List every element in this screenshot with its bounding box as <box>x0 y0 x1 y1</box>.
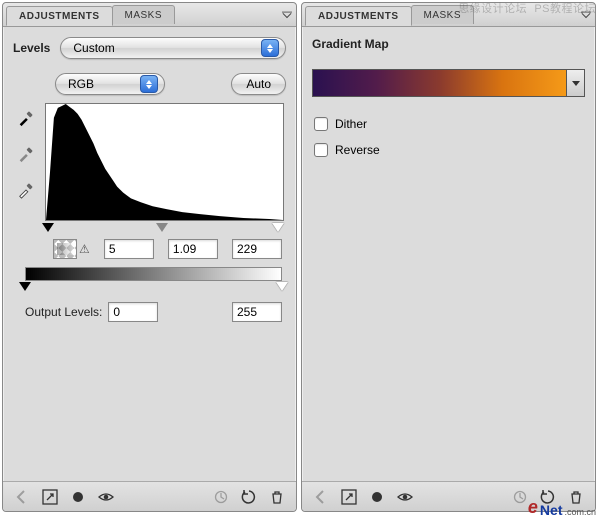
levels-panel: ADJUSTMENTS MASKS Levels Custom RGB <box>2 2 297 512</box>
expand-view-icon[interactable] <box>336 486 362 508</box>
output-black-field[interactable] <box>108 302 158 322</box>
histogram <box>45 103 284 221</box>
output-gradient <box>25 267 282 281</box>
reverse-label: Reverse <box>335 143 380 157</box>
panel-title: Levels <box>13 41 50 55</box>
visibility-icon[interactable] <box>93 486 119 508</box>
watermark-bottom: eNet.com.cn <box>528 497 596 518</box>
dither-label: Dither <box>335 117 367 131</box>
eyedropper-black-icon[interactable] <box>15 107 37 129</box>
output-slider-track <box>25 282 282 294</box>
output-white-field[interactable] <box>232 302 282 322</box>
gradient-map-panel: ADJUSTMENTS MASKS Gradient Map Dither Re… <box>301 2 596 512</box>
gradient-swatch[interactable] <box>312 69 567 97</box>
warning-icon: ⚠ <box>79 242 90 256</box>
dropdown-arrows-icon <box>261 39 279 57</box>
visibility-icon[interactable] <box>392 486 418 508</box>
tab-adjustments[interactable]: ADJUSTMENTS <box>305 6 412 26</box>
reset-icon[interactable] <box>236 486 262 508</box>
output-label: Output Levels: <box>25 305 102 319</box>
preset-select-value: Custom <box>73 41 114 55</box>
input-white-field[interactable] <box>232 239 282 259</box>
channel-select[interactable]: RGB <box>55 73 165 95</box>
trash-icon[interactable] <box>264 486 290 508</box>
clip-layer-icon[interactable] <box>65 486 91 508</box>
clip-layer-icon[interactable] <box>364 486 390 508</box>
output-white-slider[interactable] <box>276 282 288 291</box>
output-black-slider[interactable] <box>19 282 31 291</box>
auto-button[interactable]: Auto <box>231 73 286 95</box>
expand-view-icon[interactable] <box>37 486 63 508</box>
input-black-field[interactable] <box>104 239 154 259</box>
tab-bar: ADJUSTMENTS MASKS <box>3 3 296 27</box>
eyedropper-grey-icon[interactable] <box>15 143 37 165</box>
input-slider-track <box>45 223 286 235</box>
tab-masks[interactable]: MASKS <box>112 5 176 24</box>
input-white-slider[interactable] <box>272 223 284 232</box>
panel-footer <box>3 481 296 511</box>
eyedropper-white-icon[interactable] <box>15 179 37 201</box>
reverse-checkbox[interactable] <box>314 143 328 157</box>
preview-thumb-icon[interactable] <box>53 239 77 259</box>
preset-select[interactable]: Custom <box>60 37 286 59</box>
back-icon <box>9 486 35 508</box>
previous-state-icon <box>208 486 234 508</box>
dropdown-arrows-icon <box>140 75 158 93</box>
back-icon <box>308 486 334 508</box>
channel-select-value: RGB <box>68 77 94 91</box>
dither-checkbox[interactable] <box>314 117 328 131</box>
panel-title: Gradient Map <box>312 37 389 51</box>
input-black-slider[interactable] <box>42 223 54 232</box>
panel-menu-icon[interactable] <box>278 3 296 26</box>
gradient-dropdown-icon[interactable] <box>567 69 585 97</box>
eyedropper-tools <box>13 103 39 201</box>
input-mid-field[interactable] <box>168 239 218 259</box>
input-mid-slider[interactable] <box>156 223 168 232</box>
watermark-top: 思缘设计论坛 PS教程论坛 <box>458 0 596 16</box>
tab-adjustments[interactable]: ADJUSTMENTS <box>6 6 113 26</box>
